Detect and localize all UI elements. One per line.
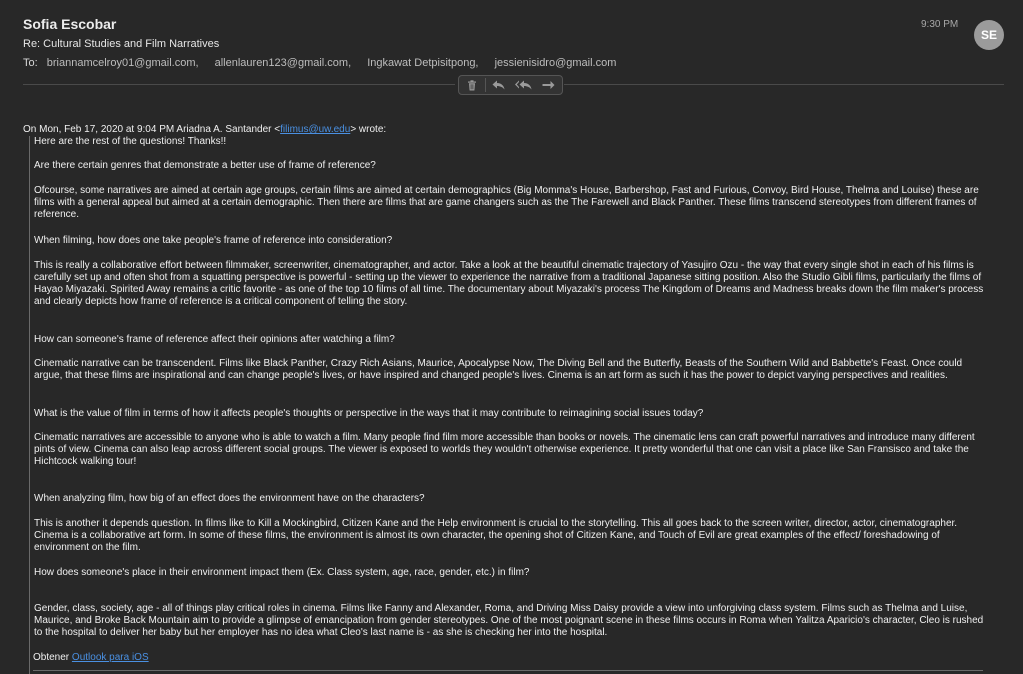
question: How does someone's place in their enviro… xyxy=(34,567,530,578)
to-label: To: xyxy=(23,57,38,69)
reply-all-icon[interactable] xyxy=(510,76,536,94)
message-time: 9:30 PM xyxy=(921,19,959,30)
recipients-row: To: briannamcelroy01@gmail.com, allenlau… xyxy=(23,57,629,69)
email-signature: Obtener Outlook para iOS xyxy=(33,652,149,663)
trash-icon[interactable] xyxy=(459,76,485,94)
avatar: SE xyxy=(974,20,1004,50)
header-divider-right xyxy=(564,84,1004,85)
quoted-paragraph: Here are the rest of the questions! Than… xyxy=(34,136,227,147)
email-subject: Re: Cultural Studies and Film Narratives xyxy=(23,38,220,50)
answer: Ofcourse, some narratives are aimed at c… xyxy=(34,185,979,220)
question: How can someone's frame of reference aff… xyxy=(34,334,395,345)
reply-icon[interactable] xyxy=(486,76,510,94)
header-divider-left xyxy=(23,84,455,85)
sender-name: Sofia Escobar xyxy=(23,16,117,32)
outlook-ios-link[interactable]: Outlook para iOS xyxy=(72,652,149,663)
answer: Cinematic narratives are accessible to a… xyxy=(34,432,975,467)
message-actions-toolbar xyxy=(458,75,563,95)
quote-end-rule xyxy=(33,670,983,671)
question: When filming, how does one take people's… xyxy=(34,235,393,246)
recipient[interactable]: briannamcelroy01@gmail.com, xyxy=(47,57,199,69)
quoted-message: Here are the rest of the questions! Than… xyxy=(29,136,995,674)
recipient[interactable]: Ingkawat Detpisitpong, xyxy=(367,57,478,69)
quote-attribution: On Mon, Feb 17, 2020 at 9:04 PM Ariadna … xyxy=(23,124,387,135)
question: Are there certain genres that demonstrat… xyxy=(34,160,376,171)
recipient[interactable]: jessienisidro@gmail.com xyxy=(495,57,617,69)
recipient[interactable]: allenlauren123@gmail.com, xyxy=(215,57,352,69)
question: When analyzing film, how big of an effec… xyxy=(34,493,425,504)
forward-icon[interactable] xyxy=(536,76,561,94)
question: What is the value of film in terms of ho… xyxy=(34,408,704,419)
sender-email-link[interactable]: filimus@uw.edu xyxy=(280,124,350,135)
answer: This is really a collaborative effort be… xyxy=(34,260,984,307)
answer: Gender, class, society, age - all of thi… xyxy=(34,603,984,638)
answer: Cinematic narrative can be transcendent.… xyxy=(34,358,963,381)
answer: This is another it depends question. In … xyxy=(34,518,958,553)
